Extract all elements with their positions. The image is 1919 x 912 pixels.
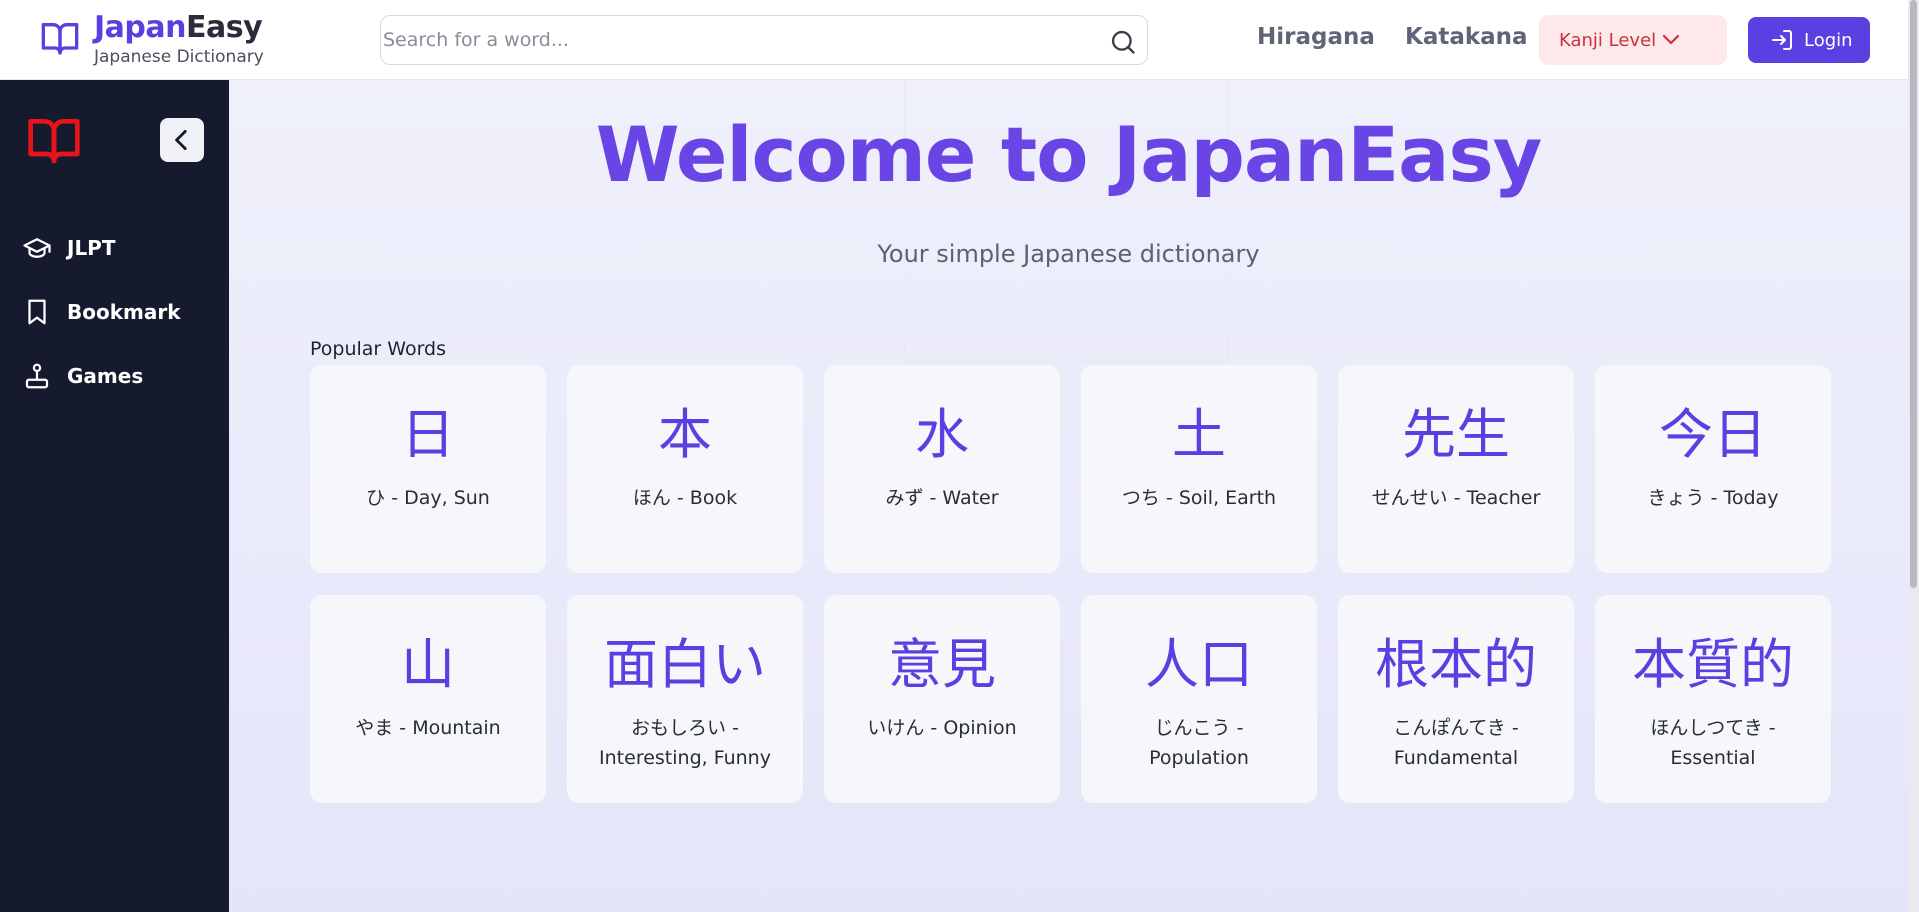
word-card[interactable]: 本ほん - Book xyxy=(567,365,803,573)
word-meaning: おもしろい - Interesting, Funny xyxy=(599,717,771,769)
word-kanji: 土 xyxy=(1172,403,1226,466)
word-meaning: やま - Mountain xyxy=(355,717,501,739)
sidebar-item-label: Bookmark xyxy=(67,300,181,324)
word-meaning: せんせい - Teacher xyxy=(1371,487,1541,509)
word-card[interactable]: 本質的ほんしつてき - Essential xyxy=(1595,595,1831,803)
page-scrollbar[interactable] xyxy=(1908,0,1919,912)
search-box xyxy=(380,15,1148,65)
word-card[interactable]: 日ひ - Day, Sun xyxy=(310,365,546,573)
open-book-icon xyxy=(41,23,79,55)
word-kanji: 意見 xyxy=(888,633,996,696)
brand-title: JapanEasy xyxy=(94,10,264,46)
word-kanji: 本質的 xyxy=(1632,633,1794,696)
scrollbar-thumb[interactable] xyxy=(1910,0,1917,588)
search-input[interactable] xyxy=(381,17,1081,63)
word-kanji: 水 xyxy=(915,403,969,466)
sidebar-item-bookmark[interactable]: Bookmark xyxy=(22,297,181,327)
word-card[interactable]: 根本的こんぽんてき - Fundamental xyxy=(1338,595,1574,803)
logo[interactable]: JapanEasy Japanese Dictionary xyxy=(40,10,264,68)
brand-part-japan: Japan xyxy=(94,10,186,45)
graduation-cap-icon xyxy=(23,238,51,258)
bookmark-icon xyxy=(28,299,46,325)
word-meaning: いけん - Opinion xyxy=(867,717,1017,739)
sidebar-item-label: Games xyxy=(67,364,144,388)
nav-katakana[interactable]: Katakana xyxy=(1405,24,1528,50)
word-meaning: ほんしつてき - Essential xyxy=(1650,717,1776,769)
nav-hiragana[interactable]: Hiragana xyxy=(1257,24,1375,50)
word-card[interactable]: 先生せんせい - Teacher xyxy=(1338,365,1574,573)
word-card[interactable]: 今日きょう - Today xyxy=(1595,365,1831,573)
sidebar-item-games[interactable]: Games xyxy=(22,361,143,391)
word-card[interactable]: 意見いけん - Opinion xyxy=(824,595,1060,803)
word-meaning: こんぽんてき - Fundamental xyxy=(1393,717,1519,769)
top-header: JapanEasy Japanese Dictionary Hiragana K… xyxy=(0,0,1908,80)
main-content: Welcome to JapanEasy Your simple Japanes… xyxy=(229,70,1908,912)
brand: JapanEasy Japanese Dictionary xyxy=(94,10,264,68)
word-kanji: 面白い xyxy=(604,633,766,696)
popular-words-heading: Popular Words xyxy=(310,338,447,360)
word-kanji: 根本的 xyxy=(1375,633,1537,696)
word-meaning: つち - Soil, Earth xyxy=(1121,487,1277,509)
word-meaning: ひ - Day, Sun xyxy=(366,487,490,509)
word-kanji: 日 xyxy=(401,403,455,466)
word-card[interactable]: 土つち - Soil, Earth xyxy=(1081,365,1317,573)
word-kanji: 本 xyxy=(658,403,712,466)
collapse-sidebar-button[interactable] xyxy=(160,118,204,162)
kanji-level-label: Kanji Level xyxy=(1559,29,1657,51)
chevron-down-icon xyxy=(1662,34,1680,45)
word-meaning: きょう - Today xyxy=(1647,487,1779,509)
word-card[interactable]: 人口じんこう - Population xyxy=(1081,595,1317,803)
login-button[interactable]: Login xyxy=(1748,17,1870,63)
page-tagline: Your simple Japanese dictionary xyxy=(877,240,1260,268)
popular-words-grid: 日ひ - Day, Sun 本ほん - Book 水みず - Water 土つち… xyxy=(310,365,1831,803)
word-meaning: じんこう - Population xyxy=(1149,717,1249,769)
brand-part-easy: Easy xyxy=(185,10,263,45)
page-title: Welcome to JapanEasy xyxy=(595,110,1543,199)
word-card[interactable]: 水みず - Water xyxy=(824,365,1060,573)
word-kanji: 今日 xyxy=(1659,403,1767,466)
login-label: Login xyxy=(1804,29,1853,51)
sidebar-item-jlpt[interactable]: JLPT xyxy=(22,233,116,263)
kanji-level-dropdown[interactable]: Kanji Level xyxy=(1539,15,1727,65)
joystick-icon xyxy=(25,363,49,389)
sidebar-item-label: JLPT xyxy=(67,236,116,260)
chevron-left-icon xyxy=(175,129,187,151)
sidebar: JLPT Bookmark Games xyxy=(0,80,229,912)
word-card[interactable]: 面白いおもしろい - Interesting, Funny xyxy=(567,595,803,803)
word-meaning: ほん - Book xyxy=(632,487,738,509)
word-kanji: 山 xyxy=(401,633,455,696)
search-icon[interactable] xyxy=(1109,28,1137,56)
word-card[interactable]: 山やま - Mountain xyxy=(310,595,546,803)
word-kanji: 人口 xyxy=(1145,633,1253,696)
brand-subtitle: Japanese Dictionary xyxy=(94,47,264,67)
open-book-icon xyxy=(28,119,80,164)
login-icon xyxy=(1772,30,1792,50)
word-meaning: みず - Water xyxy=(885,487,999,509)
word-kanji: 先生 xyxy=(1402,403,1510,466)
